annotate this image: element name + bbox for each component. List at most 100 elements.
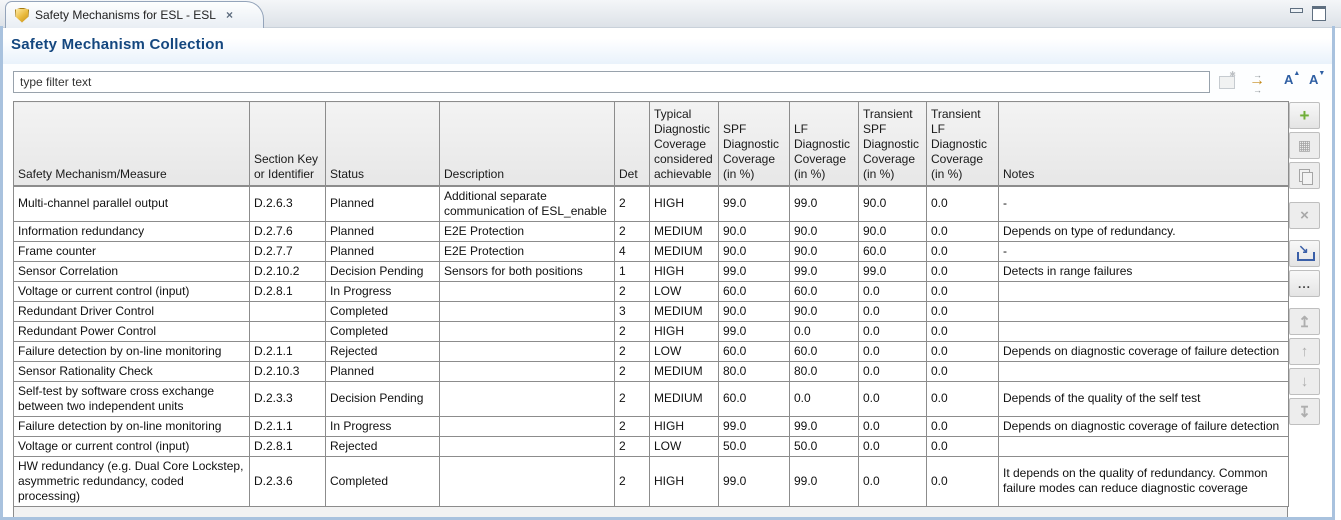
table-cell[interactable] (440, 456, 615, 506)
table-cell[interactable]: 80.0 (790, 361, 859, 381)
table-cell[interactable]: 90.0 (859, 186, 927, 222)
table-row[interactable]: HW redundancy (e.g. Dual Core Lockstep, … (14, 456, 1289, 506)
table-cell[interactable]: 0.0 (927, 456, 999, 506)
table-cell[interactable]: HIGH (650, 321, 719, 341)
table-cell[interactable]: 0.0 (927, 221, 999, 241)
table-row[interactable]: Redundant Driver ControlCompleted3MEDIUM… (14, 301, 1289, 321)
table-cell[interactable]: 0.0 (927, 261, 999, 281)
table-cell[interactable]: 90.0 (719, 241, 790, 261)
table-cell[interactable]: Completed (326, 456, 440, 506)
table-cell[interactable]: MEDIUM (650, 301, 719, 321)
table-cell[interactable]: 2 (615, 221, 650, 241)
table-cell[interactable]: HIGH (650, 186, 719, 222)
table-cell[interactable]: 80.0 (719, 361, 790, 381)
table-cell[interactable]: D.2.7.6 (250, 221, 326, 241)
table-cell[interactable] (250, 301, 326, 321)
table-cell[interactable]: Redundant Power Control (14, 321, 250, 341)
add-button[interactable]: + (1289, 102, 1320, 129)
table-cell[interactable]: Depends on diagnostic coverage of failur… (999, 416, 1289, 436)
col-header-typical-dc[interactable]: Typical Diagnostic Coverage considered a… (650, 102, 719, 186)
minimize-button[interactable] (1288, 5, 1304, 19)
table-cell[interactable]: Failure detection by on-line monitoring (14, 341, 250, 361)
table-cell[interactable]: 0.0 (927, 241, 999, 261)
table-cell[interactable]: Sensors for both positions (440, 261, 615, 281)
filter-input[interactable] (13, 71, 1210, 93)
table-row[interactable]: Voltage or current control (input)D.2.8.… (14, 281, 1289, 301)
table-cell[interactable]: 99.0 (859, 261, 927, 281)
table-cell[interactable]: E2E Protection (440, 241, 615, 261)
col-header-transient-lf-dc[interactable]: Transient LF Diagnostic Coverage (in %) (927, 102, 999, 186)
table-cell[interactable]: E2E Protection (440, 221, 615, 241)
table-cell[interactable]: 50.0 (790, 436, 859, 456)
copy-button[interactable] (1289, 162, 1320, 189)
table-cell[interactable]: 0.0 (927, 301, 999, 321)
table-cell[interactable]: 0.0 (859, 456, 927, 506)
table-cell[interactable]: 90.0 (790, 241, 859, 261)
table-cell[interactable]: 99.0 (790, 456, 859, 506)
table-cell[interactable]: Redundant Driver Control (14, 301, 250, 321)
table-cell[interactable]: 0.0 (927, 321, 999, 341)
table-cell[interactable]: Information redundancy (14, 221, 250, 241)
table-cell[interactable] (440, 381, 615, 416)
table-cell[interactable]: 99.0 (719, 261, 790, 281)
table-cell[interactable]: 0.0 (927, 436, 999, 456)
table-cell[interactable]: 0.0 (859, 381, 927, 416)
table-cell[interactable]: Voltage or current control (input) (14, 281, 250, 301)
table-cell[interactable]: 2 (615, 186, 650, 222)
table-cell[interactable]: 99.0 (790, 186, 859, 222)
move-to-top-button[interactable]: ↥ (1289, 308, 1320, 335)
col-header-spf-dc[interactable]: SPF Diagnostic Coverage (in %) (719, 102, 790, 186)
tab-close-icon[interactable]: × (226, 8, 233, 22)
table-cell[interactable]: 60.0 (719, 341, 790, 361)
table-cell[interactable]: D.2.8.1 (250, 281, 326, 301)
table-cell[interactable]: Multi-channel parallel output (14, 186, 250, 222)
table-cell[interactable] (440, 321, 615, 341)
more-options-button[interactable]: ... (1289, 270, 1320, 297)
table-cell[interactable]: Additional separate communication of ESL… (440, 186, 615, 222)
col-header-transient-spf-dc[interactable]: Transient SPF Diagnostic Coverage (in %) (859, 102, 927, 186)
tab-safety-mechanisms[interactable]: Safety Mechanisms for ESL - ESL × (5, 1, 264, 28)
table-cell[interactable]: D.2.3.6 (250, 456, 326, 506)
table-cell[interactable]: Depends on diagnostic coverage of failur… (999, 341, 1289, 361)
table-cell[interactable]: In Progress (326, 416, 440, 436)
table-cell[interactable]: 0.0 (927, 186, 999, 222)
table-cell[interactable]: 4 (615, 241, 650, 261)
table-cell[interactable]: Self-test by software cross exchange bet… (14, 381, 250, 416)
col-header-status[interactable]: Status (326, 102, 440, 186)
table-cell[interactable]: 0.0 (927, 381, 999, 416)
table-cell[interactable] (440, 281, 615, 301)
table-cell[interactable]: D.2.10.3 (250, 361, 326, 381)
table-cell[interactable]: - (999, 241, 1289, 261)
table-cell[interactable]: 60.0 (859, 241, 927, 261)
table-cell[interactable]: Completed (326, 301, 440, 321)
table-cell[interactable]: D.2.1.1 (250, 341, 326, 361)
table-cell[interactable]: Depends of the quality of the self test (999, 381, 1289, 416)
table-cell[interactable]: 99.0 (790, 416, 859, 436)
table-row[interactable]: Multi-channel parallel outputD.2.6.3Plan… (14, 186, 1289, 222)
table-cell[interactable] (440, 436, 615, 456)
table-cell[interactable]: 60.0 (790, 341, 859, 361)
table-cell[interactable]: 0.0 (859, 301, 927, 321)
table-cell[interactable] (440, 341, 615, 361)
table-cell[interactable]: D.2.10.2 (250, 261, 326, 281)
filter-advanced-icon[interactable]: → (1249, 73, 1271, 91)
table-cell[interactable]: 2 (615, 281, 650, 301)
table-row[interactable]: Failure detection by on-line monitoring D… (14, 416, 1289, 436)
table-cell[interactable]: 0.0 (790, 321, 859, 341)
table-row[interactable]: Voltage or current control (input)D.2.8.… (14, 436, 1289, 456)
table-row[interactable]: Failure detection by on-line monitoringD… (14, 341, 1289, 361)
col-header-section-key[interactable]: Section Key or Identifier (250, 102, 326, 186)
table-cell[interactable] (999, 301, 1289, 321)
table-row[interactable]: Frame counterD.2.7.7PlannedE2E Protectio… (14, 241, 1289, 261)
table-cell[interactable]: HIGH (650, 416, 719, 436)
table-cell[interactable]: 99.0 (719, 416, 790, 436)
table-cell[interactable]: D.2.7.7 (250, 241, 326, 261)
table-row[interactable]: Redundant Power ControlCompleted2HIGH99.… (14, 321, 1289, 341)
table-cell[interactable]: 0.0 (859, 321, 927, 341)
table-cell[interactable]: Failure detection by on-line monitoring (14, 416, 250, 436)
table-cell[interactable]: MEDIUM (650, 361, 719, 381)
table-cell[interactable]: 0.0 (927, 341, 999, 361)
table-cell[interactable]: Decision Pending (326, 381, 440, 416)
table-cell[interactable]: Sensor Rationality Check (14, 361, 250, 381)
table-cell[interactable]: LOW (650, 281, 719, 301)
